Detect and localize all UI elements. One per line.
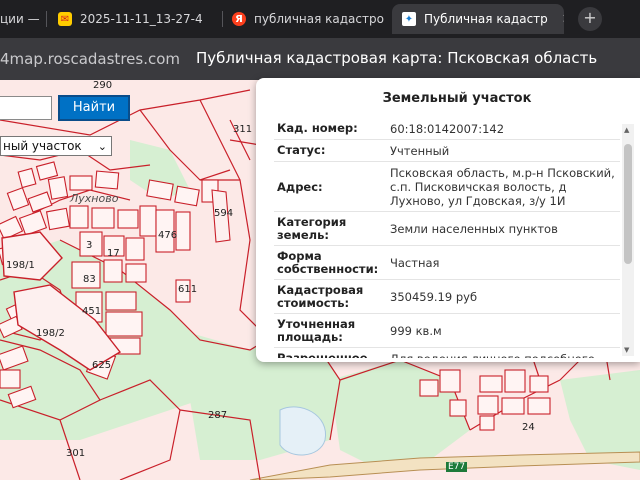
info-row-address: Адрес: Псковская область, м.р-н Псковски… [274, 162, 620, 212]
object-type-select-value: ный участок [3, 139, 82, 153]
info-key: Статус: [277, 143, 326, 157]
tab-3-label: публичная кадастро [254, 12, 384, 26]
info-key: Разрешенное [277, 351, 368, 359]
tab-3[interactable]: Я публичная кадастро [232, 4, 384, 34]
info-value: Земли населенных пунктов [390, 222, 558, 236]
search-input[interactable] [0, 96, 52, 120]
map-label: 290 [93, 80, 113, 91]
tab-2-label: 2025-11-11_13-27-4 [80, 12, 203, 26]
rosreestr-icon: ✦ [402, 12, 416, 26]
info-row-land-category: Категория земель: Земли населенных пункт… [274, 212, 620, 246]
info-value: Частная [390, 256, 440, 270]
info-value: Для ведения личного подсобного [386, 348, 620, 358]
info-value: 999 кв.м [390, 324, 442, 338]
tab-separator [46, 11, 47, 27]
map-label: 3 [86, 240, 93, 251]
map-label: 311 [233, 124, 253, 135]
address-bar: 4map.roscadastres.com Публичная кадастро… [0, 38, 640, 80]
map-label: 17 [107, 248, 120, 259]
info-value: 350459.19 руб [390, 290, 478, 304]
info-row-area: Уточненная площадь: 999 кв.м [274, 314, 620, 348]
map-label: 83 [83, 274, 96, 285]
road-label: E77 [446, 462, 468, 472]
search-button[interactable]: Найти [58, 95, 130, 121]
info-value: Псковская область, м.р-н Псковский, с.п.… [390, 166, 615, 208]
tab-separator [222, 11, 223, 27]
map-locality-label: Лухново [70, 192, 119, 205]
info-row-ownership: Форма собственности: Частная [274, 246, 620, 280]
info-key: Уточненная площадь: [277, 317, 356, 344]
map-label: 24 [522, 422, 535, 433]
mail-icon: ✉ [58, 12, 72, 26]
map-label: 198/1 [6, 260, 35, 271]
info-row-status: Статус: Учтенный [274, 140, 620, 162]
new-tab-button[interactable]: + [578, 7, 602, 31]
info-value: 60:18:0142007:142 [390, 122, 505, 136]
tab-1-label: ции — [0, 12, 40, 26]
info-key: Кад. номер: [277, 121, 358, 135]
popup-scrollbar[interactable]: ▲ ▼ [622, 124, 634, 356]
map-label: 625 [92, 360, 112, 371]
map-label: 287 [208, 410, 228, 421]
scroll-thumb[interactable] [624, 144, 632, 264]
info-row-permitted-use: Разрешенное Для ведения личного подсобно… [274, 348, 620, 359]
object-type-select[interactable]: ный участок ⌄ [0, 136, 112, 156]
map-label: 451 [82, 306, 102, 317]
map-label: 594 [214, 208, 234, 219]
scroll-down-arrow-icon[interactable]: ▼ [624, 346, 629, 354]
browser-tab-bar: ции — ✉ 2025-11-11_13-27-4 Я публичная к… [0, 0, 640, 38]
map-label: 476 [158, 230, 178, 241]
yandex-icon: Я [232, 12, 246, 26]
parcel-info-table: Кад. номер: 60:18:0142007:142 Статус: Уч… [274, 118, 620, 358]
tab-2[interactable]: ✉ 2025-11-11_13-27-4 [58, 4, 220, 34]
info-row-cadastral-value: Кадастровая стоимость: 350459.19 руб [274, 280, 620, 314]
popup-title: Земельный участок [382, 91, 532, 106]
info-key: Кадастровая стоимость: [277, 283, 364, 310]
chevron-down-icon: ⌄ [97, 140, 107, 153]
close-icon[interactable]: ✕ [562, 12, 564, 27]
map-label: 301 [66, 448, 86, 459]
parcel-info-popup: Земельный участок Кад. номер: 60:18:0142… [256, 78, 640, 362]
map-label: 611 [178, 284, 198, 295]
map-label: 198/2 [36, 328, 65, 339]
info-key: Форма собственности: [277, 249, 379, 276]
page-title: Публичная кадастровая карта: Псковская о… [196, 49, 598, 67]
url-field[interactable]: 4map.roscadastres.com [0, 50, 180, 68]
tab-4-label: Публичная кадастр [424, 12, 548, 26]
tab-active[interactable]: ✦ Публичная кадастр ✕ [392, 4, 564, 34]
info-value: Учтенный [390, 144, 450, 158]
tab-1[interactable]: ции — [0, 4, 46, 34]
scroll-up-arrow-icon[interactable]: ▲ [624, 126, 629, 134]
info-key: Адрес: [277, 179, 323, 194]
info-key: Категория земель: [277, 215, 347, 242]
info-row-cadastral-number: Кад. номер: 60:18:0142007:142 [274, 118, 620, 140]
